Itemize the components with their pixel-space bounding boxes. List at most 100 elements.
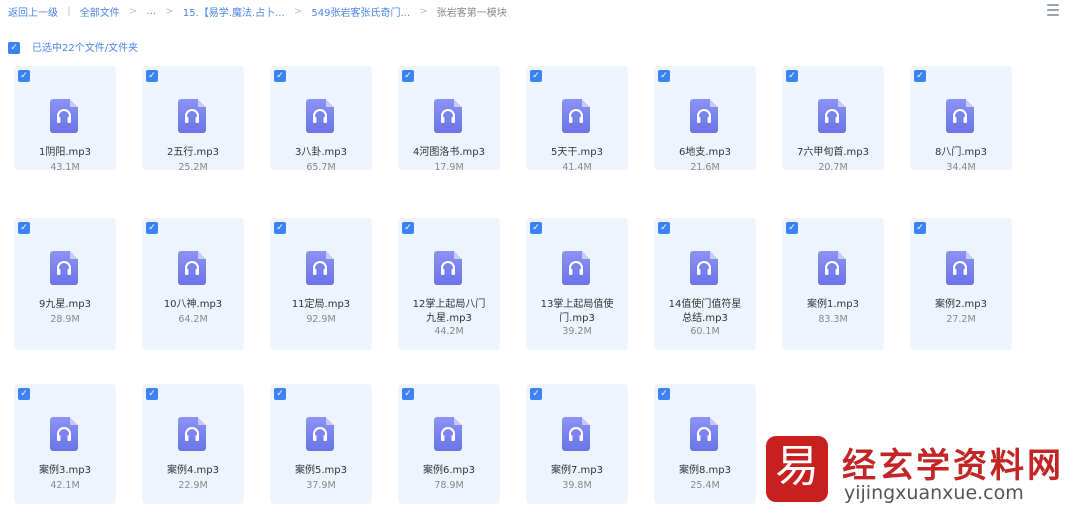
- file-size: 25.2M: [178, 162, 208, 173]
- file-checkbox[interactable]: ✓: [658, 222, 670, 234]
- audio-file-icon: [690, 99, 718, 133]
- file-checkbox[interactable]: ✓: [786, 70, 798, 82]
- file-size: 43.1M: [50, 162, 80, 173]
- file-checkbox[interactable]: ✓: [914, 70, 926, 82]
- file-size: 41.4M: [562, 162, 592, 173]
- file-card[interactable]: ✓ 10八神.mp3 64.2M: [142, 218, 244, 350]
- breadcrumb-level-2[interactable]: 549张岩客张氏奇门...: [311, 4, 410, 19]
- file-checkbox[interactable]: ✓: [914, 222, 926, 234]
- file-card[interactable]: ✓ 1阴阳.mp3 43.1M: [14, 66, 116, 173]
- file-checkbox[interactable]: ✓: [18, 388, 30, 400]
- file-card[interactable]: ✓ 6地支.mp3 21.6M: [654, 66, 756, 173]
- audio-file-icon: [690, 251, 718, 285]
- file-name: 3八卦.mp3: [295, 147, 347, 158]
- audio-file-icon: [178, 417, 206, 451]
- file-name: 案例5.mp3: [295, 465, 347, 476]
- file-name: 案例4.mp3: [167, 465, 219, 476]
- file-name: 案例6.mp3: [423, 465, 475, 476]
- file-size: 37.9M: [306, 480, 336, 491]
- watermark: 易 经玄学资料网 yijingxuanxue.com: [766, 436, 1066, 506]
- breadcrumb-chevron-icon: >: [128, 6, 138, 17]
- file-name: 13掌上起局值使门.mp3: [540, 299, 614, 324]
- file-checkbox[interactable]: ✓: [786, 222, 798, 234]
- file-card[interactable]: ✓ 案例3.mp3 42.1M: [14, 384, 116, 504]
- select-all-checkbox[interactable]: ✓: [8, 42, 20, 54]
- file-card[interactable]: ✓ 13掌上起局值使门.mp3 39.2M: [526, 218, 628, 350]
- breadcrumb-level-1[interactable]: 15.【易学.魔法.占卜...: [183, 4, 285, 19]
- audio-file-icon: [50, 417, 78, 451]
- file-checkbox[interactable]: ✓: [402, 388, 414, 400]
- file-size: 92.9M: [306, 314, 336, 325]
- file-name: 案例3.mp3: [39, 465, 91, 476]
- file-checkbox[interactable]: ✓: [274, 388, 286, 400]
- file-checkbox[interactable]: ✓: [530, 388, 542, 400]
- file-card[interactable]: ✓ 2五行.mp3 25.2M: [142, 66, 244, 173]
- audio-file-icon: [434, 99, 462, 133]
- file-name: 11定局.mp3: [291, 299, 351, 310]
- file-card[interactable]: ✓ 案例6.mp3 78.9M: [398, 384, 500, 504]
- file-size: 39.8M: [562, 480, 592, 491]
- breadcrumb-current: 张岩客第一模块: [436, 8, 507, 19]
- file-name: 案例7.mp3: [551, 465, 603, 476]
- file-name: 4河图洛书.mp3: [413, 147, 485, 158]
- file-card[interactable]: ✓ 案例1.mp3 83.3M: [782, 218, 884, 350]
- file-checkbox[interactable]: ✓: [146, 70, 158, 82]
- file-name: 2五行.mp3: [167, 147, 219, 158]
- file-name: 8八门.mp3: [935, 147, 987, 158]
- breadcrumb-chevron-icon: >: [293, 6, 303, 17]
- audio-file-icon: [178, 251, 206, 285]
- file-name: 12掌上起局八门九星.mp3: [412, 299, 486, 324]
- file-size: 78.9M: [434, 480, 464, 491]
- file-card[interactable]: ✓ 4河图洛书.mp3 17.9M: [398, 66, 500, 173]
- file-checkbox[interactable]: ✓: [402, 70, 414, 82]
- audio-file-icon: [434, 251, 462, 285]
- breadcrumb: 返回上一级 | 全部文件 > ... > 15.【易学.魔法.占卜... > 5…: [8, 4, 507, 19]
- audio-file-icon: [50, 99, 78, 133]
- file-size: 28.9M: [50, 314, 80, 325]
- file-size: 44.2M: [434, 326, 464, 337]
- file-card[interactable]: ✓ 3八卦.mp3 65.7M: [270, 66, 372, 173]
- file-size: 65.7M: [306, 162, 336, 173]
- file-card[interactable]: ✓ 案例7.mp3 39.8M: [526, 384, 628, 504]
- breadcrumb-ellipsis[interactable]: ...: [147, 6, 157, 17]
- file-card[interactable]: ✓ 12掌上起局八门九星.mp3 44.2M: [398, 218, 500, 350]
- file-card[interactable]: ✓ 案例4.mp3 22.9M: [142, 384, 244, 504]
- file-card[interactable]: ✓ 5天干.mp3 41.4M: [526, 66, 628, 173]
- file-checkbox[interactable]: ✓: [18, 222, 30, 234]
- breadcrumb-root[interactable]: 全部文件: [80, 4, 120, 19]
- file-name: 14值使门值符星总结.mp3: [668, 299, 742, 324]
- file-card[interactable]: ✓ 7六甲旬首.mp3 20.7M: [782, 66, 884, 173]
- audio-file-icon: [562, 417, 590, 451]
- file-size: 17.9M: [434, 162, 464, 173]
- list-view-icon[interactable]: [1047, 4, 1059, 16]
- file-checkbox[interactable]: ✓: [18, 70, 30, 82]
- file-checkbox[interactable]: ✓: [274, 222, 286, 234]
- file-size: 60.1M: [690, 326, 720, 337]
- file-checkbox[interactable]: ✓: [530, 70, 542, 82]
- audio-file-icon: [178, 99, 206, 133]
- file-name: 5天干.mp3: [551, 147, 603, 158]
- file-checkbox[interactable]: ✓: [402, 222, 414, 234]
- top-bar: 返回上一级 | 全部文件 > ... > 15.【易学.魔法.占卜... > 5…: [0, 0, 1081, 26]
- file-size: 39.2M: [562, 326, 592, 337]
- file-size: 22.9M: [178, 480, 208, 491]
- file-checkbox[interactable]: ✓: [274, 70, 286, 82]
- watermark-url: yijingxuanxue.com: [844, 482, 1024, 504]
- file-card[interactable]: ✓ 案例8.mp3 25.4M: [654, 384, 756, 504]
- file-checkbox[interactable]: ✓: [146, 388, 158, 400]
- back-link[interactable]: 返回上一级: [8, 4, 58, 19]
- file-checkbox[interactable]: ✓: [530, 222, 542, 234]
- file-checkbox[interactable]: ✓: [658, 70, 670, 82]
- file-card[interactable]: ✓ 8八门.mp3 34.4M: [910, 66, 1012, 173]
- file-checkbox[interactable]: ✓: [146, 222, 158, 234]
- watermark-logo: 易: [766, 436, 828, 502]
- breadcrumb-separator: |: [67, 6, 71, 17]
- audio-file-icon: [434, 417, 462, 451]
- file-name: 9九星.mp3: [39, 299, 91, 310]
- file-checkbox[interactable]: ✓: [658, 388, 670, 400]
- file-card[interactable]: ✓ 案例5.mp3 37.9M: [270, 384, 372, 504]
- file-card[interactable]: ✓ 11定局.mp3 92.9M: [270, 218, 372, 350]
- file-card[interactable]: ✓ 案例2.mp3 27.2M: [910, 218, 1012, 350]
- file-card[interactable]: ✓ 9九星.mp3 28.9M: [14, 218, 116, 350]
- file-card[interactable]: ✓ 14值使门值符星总结.mp3 60.1M: [654, 218, 756, 350]
